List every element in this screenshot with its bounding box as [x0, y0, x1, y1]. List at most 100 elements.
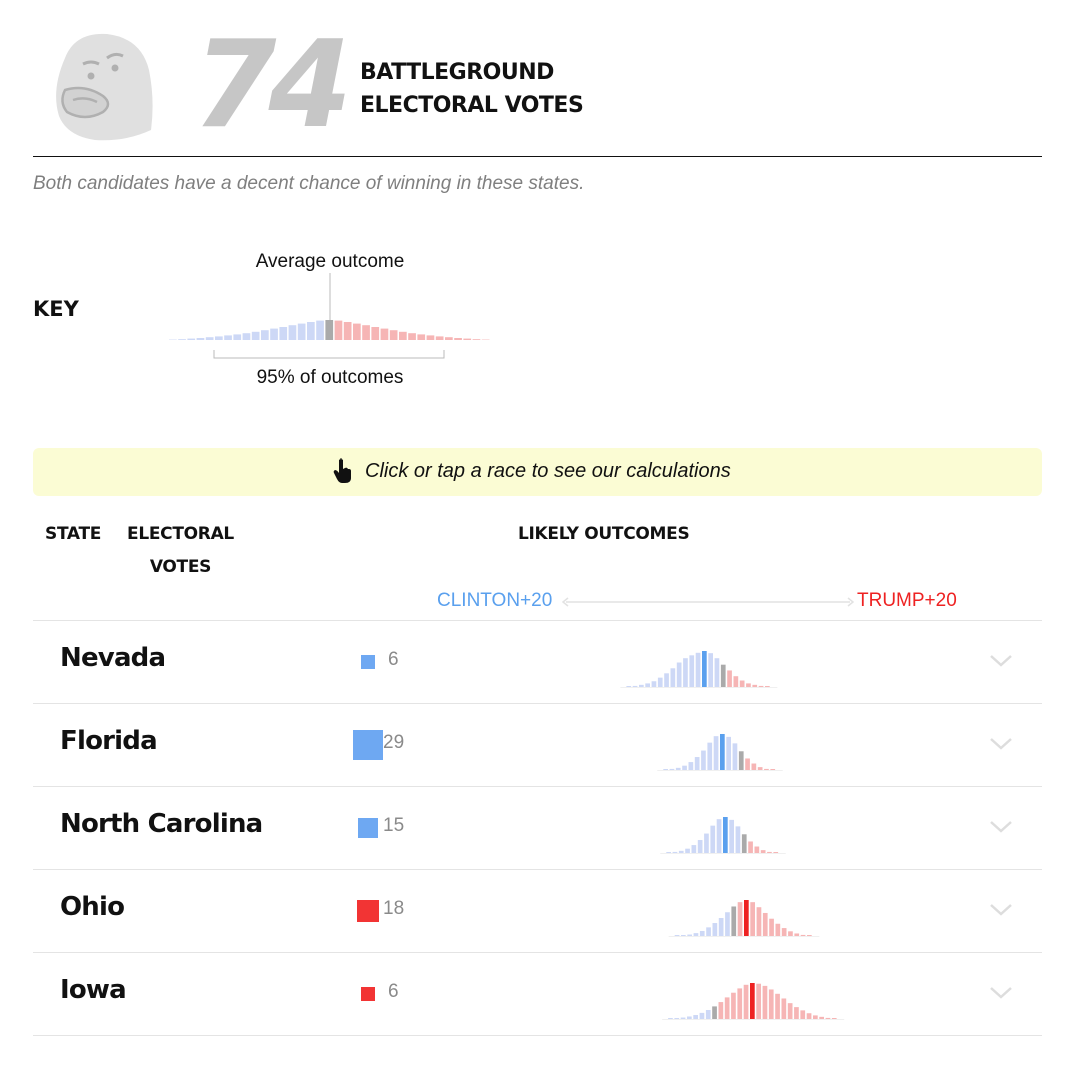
outcome-bar	[819, 1016, 824, 1019]
outcome-bar	[726, 736, 731, 770]
outcome-bar	[800, 1010, 806, 1019]
outcome-bar	[710, 825, 716, 853]
outcome-distribution	[657, 734, 783, 771]
outcome-bar	[731, 992, 736, 1019]
key-bar	[362, 325, 370, 340]
outcome-bar	[664, 673, 669, 687]
outcome-distribution	[660, 817, 786, 854]
outcome-bar	[781, 928, 787, 936]
title-line-2: ELECTORAL VOTES	[360, 93, 584, 118]
state-name: Ohio	[60, 892, 125, 922]
column-ev-line2: VOTES	[149, 557, 212, 577]
outcome-bar	[694, 757, 700, 770]
outcome-bar	[705, 1010, 711, 1019]
outcome-bar	[770, 769, 776, 770]
outcome-bar	[788, 931, 793, 936]
battleground-title: BATTLEGROUND ELECTORAL VOTES	[360, 56, 584, 122]
outcome-bar	[760, 850, 766, 853]
outcome-bar	[675, 767, 681, 770]
outcome-bar	[765, 686, 770, 687]
outcome-bar	[718, 918, 724, 936]
outcome-bar	[732, 743, 738, 770]
outcome-bar	[768, 989, 774, 1019]
outcome-bar	[699, 930, 705, 936]
outcome-bar	[775, 923, 781, 936]
state-row-north-carolina[interactable]: North Carolina 15	[33, 787, 1042, 870]
chevron-down-icon[interactable]	[988, 734, 1014, 754]
hint-text: Click or tap a race to see our calculati…	[365, 459, 731, 482]
outcome-bar	[756, 983, 761, 1019]
outcome-distribution	[668, 900, 820, 937]
outcome-bar	[680, 1017, 686, 1019]
outcome-bar	[738, 751, 744, 770]
axis-label-clinton: CLINTON+20	[437, 590, 553, 611]
chevron-down-icon[interactable]	[988, 900, 1014, 920]
thinking-face-icon	[56, 33, 153, 141]
outcome-bar	[750, 902, 755, 936]
key-average-label: Average outcome	[256, 251, 405, 272]
chevron-down-icon[interactable]	[988, 817, 1014, 837]
outcome-bar	[769, 918, 774, 936]
key-bar	[334, 320, 343, 340]
outcome-bar	[674, 1018, 680, 1019]
state-row-florida[interactable]: Florida 29	[33, 704, 1042, 787]
state-table: Nevada 6 Florida 29 North Carolina 15 Ohio 18 Io…	[33, 620, 1042, 1036]
outcome-bar	[751, 763, 757, 770]
outcome-bar	[727, 670, 732, 687]
outcome-bar	[670, 668, 676, 687]
outcome-bar	[702, 651, 707, 687]
hint-bar[interactable]: Click or tap a race to see our calculati…	[33, 448, 1042, 496]
outcome-bar	[632, 685, 638, 687]
outcome-bar	[714, 658, 720, 687]
key-bar	[316, 320, 324, 340]
outcome-bar	[639, 684, 644, 687]
title-line-1: BATTLEGROUND	[360, 60, 554, 85]
outcome-bar	[737, 988, 743, 1019]
outcome-bar	[745, 758, 750, 770]
chevron-down-icon[interactable]	[988, 651, 1014, 671]
electoral-votes-number: 6	[388, 981, 399, 1002]
state-row-iowa[interactable]: Iowa 6	[33, 953, 1042, 1036]
outcome-bar	[688, 762, 694, 770]
key-bar	[380, 328, 389, 340]
outcome-bar	[800, 934, 806, 936]
outcome-bar	[704, 833, 709, 853]
outcome-bar	[764, 768, 769, 770]
outcome-bar	[712, 1006, 717, 1019]
outcome-bar	[707, 742, 713, 770]
key-bar	[307, 322, 315, 340]
outcome-bar	[681, 935, 686, 936]
outcome-bar	[794, 933, 800, 936]
outcome-bar	[757, 767, 763, 770]
key-bar	[472, 339, 481, 340]
outcome-bar	[626, 686, 632, 687]
outcome-bar	[676, 662, 682, 687]
electoral-votes-square	[358, 818, 378, 838]
electoral-votes-number: 18	[383, 898, 405, 919]
key-bar	[251, 331, 260, 340]
outcome-bar	[720, 664, 726, 687]
key-bar	[288, 325, 297, 340]
outcome-bar	[813, 1015, 818, 1019]
chevron-down-icon[interactable]	[988, 983, 1014, 1003]
state-row-ohio[interactable]: Ohio 18	[33, 870, 1042, 953]
outcome-bar	[645, 683, 650, 687]
outcome-bar	[708, 653, 713, 687]
column-electoral-votes: ELECTORAL VOTES	[127, 518, 234, 584]
key-bar	[463, 338, 472, 340]
key-bar	[399, 331, 407, 340]
key-bar	[205, 337, 214, 340]
outcome-bar	[737, 902, 743, 936]
outcome-bar	[706, 927, 711, 936]
electoral-votes-number: 15	[383, 815, 405, 836]
state-row-nevada[interactable]: Nevada 6	[33, 621, 1042, 704]
key-bar	[371, 327, 380, 340]
outcome-bar	[718, 1002, 724, 1019]
key-bar	[279, 327, 288, 340]
key-bar	[196, 338, 205, 340]
key-bar	[224, 335, 232, 340]
outcome-bar	[678, 850, 684, 853]
outcome-bar	[724, 997, 730, 1019]
outcome-distribution	[620, 651, 778, 688]
outcome-bar	[739, 680, 745, 687]
